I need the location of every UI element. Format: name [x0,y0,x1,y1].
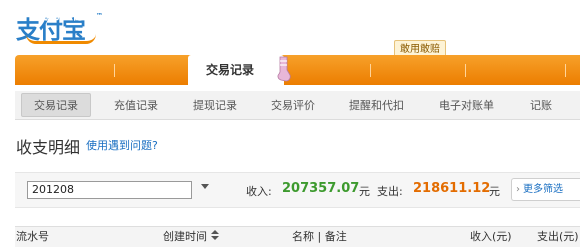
sub-nav-withdraw-records[interactable]: 提现记录 [193,92,237,120]
chevron-right-icon: › [516,184,520,195]
chevron-down-icon[interactable] [201,184,209,189]
sub-nav-reminders-autopay[interactable]: 提醒和代扣 [349,92,404,120]
nav-member-exclusive[interactable]: 会员专享 [486,0,534,30]
expense-label: 支出: [377,185,403,198]
income-unit: 元 [359,185,370,198]
sub-nav-transaction-reviews[interactable]: 交易评价 [271,92,315,120]
sub-nav-transaction-records[interactable]: 交易记录 [34,92,78,120]
sub-nav-e-statement[interactable]: 电子对账单 [439,92,494,120]
nav-my-alipay[interactable]: 我的支付宝 [36,0,96,30]
nav-security-center[interactable]: 安全中心 [305,0,353,30]
column-serial-number: 流水号 [16,230,49,243]
more-filters-button[interactable]: › 更多筛选 [511,178,580,201]
nav-divider [370,64,371,77]
nav-transaction-records[interactable]: 交易记录 [206,55,254,85]
income-label: 收入: [246,185,272,198]
column-income: 收入(元) [470,230,512,243]
more-filters-label: 更多筛选 [523,184,563,195]
column-name-remark: 名称 | 备注 [292,230,347,243]
expense-total: 218611.12 [413,181,491,196]
sort-icon[interactable] [211,230,219,241]
nav-divider [114,64,115,77]
nav-divider [565,64,566,77]
help-link[interactable]: 使用遇到问题? [86,137,158,153]
nav-divider [465,64,466,77]
sub-nav-bookkeeping[interactable]: 记账 [530,92,552,120]
page-title: 收支明细 [16,138,81,157]
expense-unit: 元 [489,185,500,198]
main-nav [15,55,580,85]
month-select[interactable]: 201208 [27,181,192,199]
sub-nav-recharge-records[interactable]: 充值记录 [114,92,158,120]
sock-icon [277,56,291,82]
nav-account-management[interactable]: 账户管理 [133,0,181,30]
logo-swoosh-icon [26,34,96,44]
income-total: 207357.07 [282,181,360,196]
nav-member-guarantee[interactable]: 会员保障 [391,0,439,30]
column-created-time[interactable]: 创建时间 [163,228,207,244]
logo-trademark: ™ [96,12,103,20]
column-expense: 支出(元) [537,230,579,243]
